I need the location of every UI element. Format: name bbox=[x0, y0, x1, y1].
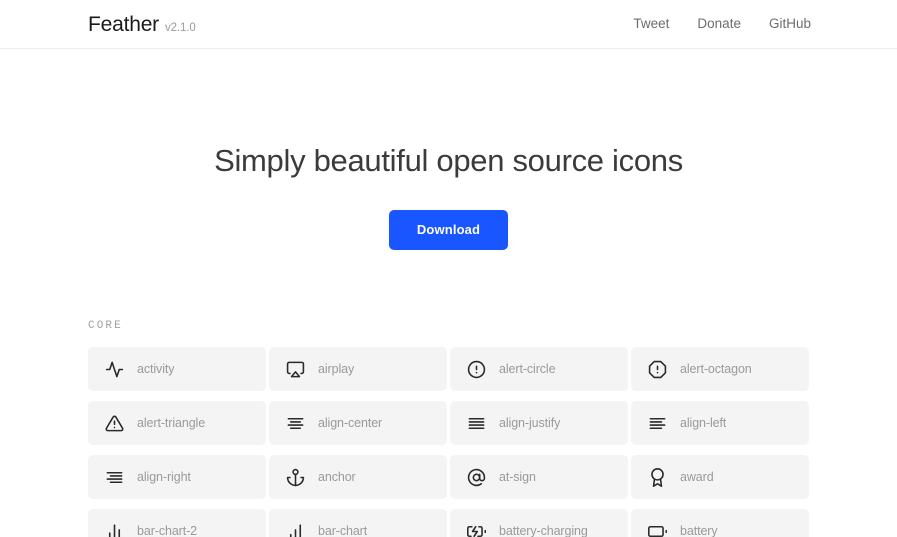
site-header: Feather v2.1.0 Tweet Donate GitHub bbox=[0, 0, 897, 49]
icon-name-label: bar-chart bbox=[318, 524, 368, 537]
icon-card[interactable]: at-sign bbox=[450, 455, 628, 500]
icon-card[interactable]: bar-chart bbox=[269, 509, 447, 537]
align-center-icon bbox=[286, 414, 305, 433]
nav-link-tweet[interactable]: Tweet bbox=[633, 17, 669, 31]
alert-triangle-icon bbox=[105, 414, 124, 433]
hero-actions: Download bbox=[0, 210, 897, 251]
at-sign-icon bbox=[467, 468, 486, 487]
icon-card[interactable]: alert-triangle bbox=[88, 401, 266, 446]
nav-link-github[interactable]: GitHub bbox=[769, 17, 811, 31]
activity-icon bbox=[105, 360, 124, 379]
icon-card[interactable]: anchor bbox=[269, 455, 447, 500]
icon-name-label: activity bbox=[137, 362, 175, 377]
icon-card[interactable]: align-right bbox=[88, 455, 266, 500]
anchor-icon bbox=[286, 468, 305, 487]
icon-name-label: align-center bbox=[318, 416, 383, 431]
icon-card[interactable]: airplay bbox=[269, 347, 447, 392]
icon-card[interactable]: activity bbox=[88, 347, 266, 392]
brand[interactable]: Feather v2.1.0 bbox=[88, 14, 196, 35]
page-title: Simply beautiful open source icons bbox=[214, 143, 683, 178]
icon-name-label: battery bbox=[680, 524, 718, 537]
icon-name-label: alert-circle bbox=[499, 362, 556, 377]
icon-name-label: alert-triangle bbox=[137, 416, 206, 431]
icon-name-label: award bbox=[680, 470, 714, 485]
section-label-core: CORE bbox=[88, 320, 123, 333]
icon-grid: activity airplay alert-circle alert-octagon… bbox=[88, 347, 809, 537]
award-icon bbox=[648, 467, 667, 487]
brand-version: v2.1.0 bbox=[164, 21, 196, 34]
icon-name-label: anchor bbox=[318, 470, 356, 485]
icon-name-label: battery-charging bbox=[499, 524, 588, 537]
icon-name-label: bar-chart-2 bbox=[137, 524, 198, 537]
icon-card[interactable]: bar-chart-2 bbox=[88, 509, 266, 537]
battery-charging-icon bbox=[467, 522, 486, 537]
icon-name-label: align-left bbox=[680, 416, 727, 431]
alert-circle-icon bbox=[467, 360, 486, 379]
icon-card[interactable]: align-justify bbox=[450, 401, 628, 446]
icon-card[interactable]: award bbox=[631, 455, 809, 500]
icon-card[interactable]: alert-octagon bbox=[631, 347, 809, 392]
bar-chart-2-icon bbox=[105, 522, 124, 537]
icon-card[interactable]: battery bbox=[631, 509, 809, 537]
airplay-icon bbox=[286, 360, 305, 379]
bar-chart-icon bbox=[286, 522, 305, 537]
icon-name-label: airplay bbox=[318, 362, 355, 377]
alert-octagon-icon bbox=[648, 360, 667, 379]
icon-card[interactable]: alert-circle bbox=[450, 347, 628, 392]
nav-link-donate[interactable]: Donate bbox=[697, 17, 741, 31]
battery-icon bbox=[648, 522, 667, 537]
icon-card[interactable]: battery-charging bbox=[450, 509, 628, 537]
hero-section: Simply beautiful open source icons Downl… bbox=[0, 49, 897, 251]
icon-card[interactable]: align-left bbox=[631, 401, 809, 446]
brand-name: Feather bbox=[88, 12, 159, 36]
icon-name-label: align-right bbox=[137, 470, 191, 485]
icon-card[interactable]: align-center bbox=[269, 401, 447, 446]
icon-name-label: at-sign bbox=[499, 470, 536, 485]
align-justify-icon bbox=[467, 414, 486, 433]
align-left-icon bbox=[648, 414, 667, 433]
icon-name-label: alert-octagon bbox=[680, 362, 752, 377]
align-right-icon bbox=[105, 468, 124, 487]
main-content: Simply beautiful open source icons Downl… bbox=[0, 49, 897, 537]
icon-name-label: align-justify bbox=[499, 416, 561, 431]
download-button[interactable]: Download bbox=[388, 210, 509, 251]
main-navigation: Tweet Donate GitHub bbox=[633, 17, 811, 31]
icons-section: CORE activity airplay alert-circle alert-oc… bbox=[0, 320, 897, 537]
